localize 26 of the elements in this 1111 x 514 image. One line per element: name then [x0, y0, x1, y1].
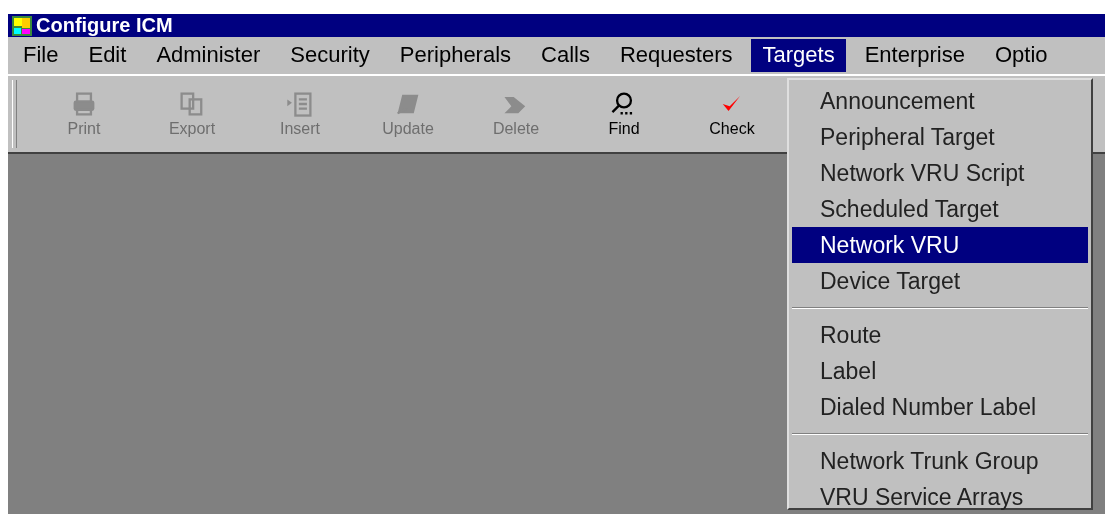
toolbar-button[interactable]: Find	[570, 90, 678, 138]
menu-item[interactable]: Scheduled Target	[792, 191, 1088, 227]
menu-item[interactable]: VRU Service Arrays	[792, 479, 1088, 514]
menu-item[interactable]: Optio	[983, 39, 1059, 72]
menu-item[interactable]: Enterprise	[853, 39, 976, 72]
menu-item[interactable]: Security	[279, 39, 381, 72]
insert-icon	[285, 90, 315, 118]
menu-item[interactable]: Calls	[530, 39, 601, 72]
menu-item[interactable]: Network VRU	[792, 227, 1088, 263]
menu-item[interactable]: Peripherals	[388, 39, 523, 72]
menu-item[interactable]: Peripheral Target	[792, 119, 1088, 155]
menu-item[interactable]: Edit	[77, 39, 138, 72]
toolbar-button[interactable]: Check	[678, 90, 786, 138]
menu-item[interactable]: Administer	[145, 39, 272, 72]
menu-item[interactable]: Route	[792, 317, 1088, 353]
menu-item[interactable]: Targets	[751, 39, 846, 72]
menu-item[interactable]: Label	[792, 353, 1088, 389]
menu-item[interactable]: Device Target	[792, 263, 1088, 299]
menu-item[interactable]: Dialed Number Label	[792, 389, 1088, 425]
menu-item[interactable]: File	[12, 39, 70, 72]
app-icon	[12, 15, 32, 36]
menu-item[interactable]: Network VRU Script	[792, 155, 1088, 191]
menu-item[interactable]: Requesters	[608, 39, 744, 72]
menu-item[interactable]: Network Trunk Group	[792, 443, 1088, 479]
window-title: Configure ICM	[36, 14, 173, 37]
menu-item[interactable]: Announcement	[792, 83, 1088, 119]
